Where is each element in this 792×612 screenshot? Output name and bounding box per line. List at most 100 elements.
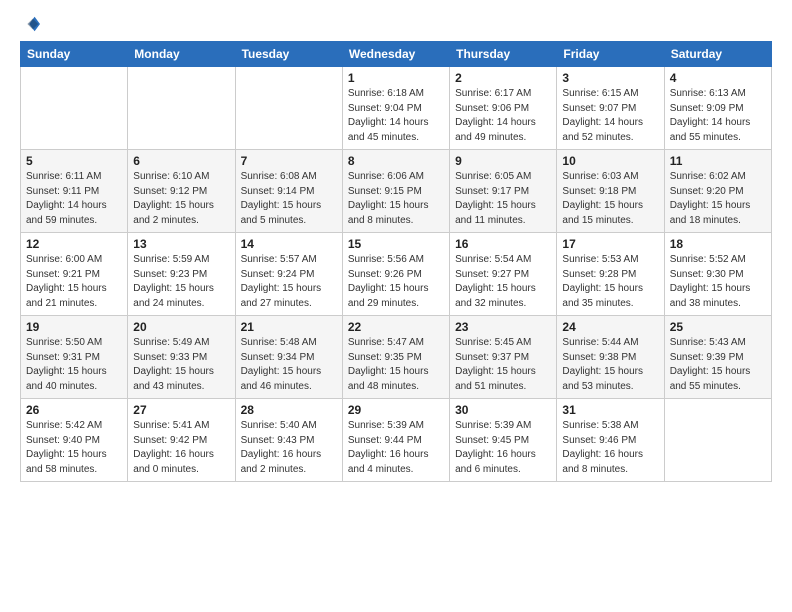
day-number: 3 — [562, 71, 658, 85]
day-number: 15 — [348, 237, 444, 251]
day-info: Sunrise: 6:05 AMSunset: 9:17 PMDaylight:… — [455, 170, 551, 228]
calendar-header: SundayMondayTuesdayWednesdayThursdayFrid… — [21, 42, 772, 67]
day-info: Sunrise: 5:40 AMSunset: 9:43 PMDaylight:… — [241, 419, 337, 477]
day-info: Sunrise: 6:13 AMSunset: 9:09 PMDaylight:… — [670, 87, 766, 145]
calendar-cell: 6 Sunrise: 6:10 AMSunset: 9:12 PMDaylight… — [128, 150, 235, 233]
calendar-cell: 29 Sunrise: 5:39 AMSunset: 9:44 PMDayligh… — [342, 399, 449, 482]
day-info: Sunrise: 5:39 AMSunset: 9:44 PMDaylight:… — [348, 419, 444, 477]
day-number: 10 — [562, 154, 658, 168]
calendar-cell: 20 Sunrise: 5:49 AMSunset: 9:33 PMDayligh… — [128, 316, 235, 399]
calendar-week-row: 19Sunrise: 5:50 AMSunset: 9:31 PMDayligh… — [21, 316, 772, 399]
logo — [20, 15, 40, 33]
calendar-week-row: 12 Sunrise: 6:00 AMSunset: 9:21 PMDayligh… — [21, 233, 772, 316]
day-number: 16 — [455, 237, 551, 251]
day-info: Sunrise: 5:45 AMSunset: 9:37 PMDaylight:… — [455, 336, 551, 394]
day-info: Sunrise: 6:17 AMSunset: 9:06 PMDaylight:… — [455, 87, 551, 145]
day-number: 13 — [133, 237, 229, 251]
calendar-cell — [235, 67, 342, 150]
calendar-cell: 10 Sunrise: 6:03 AMSunset: 9:18 PMDayligh… — [557, 150, 664, 233]
calendar: SundayMondayTuesdayWednesdayThursdayFrid… — [20, 41, 772, 482]
day-number: 7 — [241, 154, 337, 168]
day-info: Sunrise: 5:59 AMSunset: 9:23 PMDaylight:… — [133, 253, 229, 311]
weekday-header: Saturday — [664, 42, 771, 67]
day-number: 12 — [26, 237, 122, 251]
day-number: 30 — [455, 403, 551, 417]
day-number: 6 — [133, 154, 229, 168]
day-info: Sunrise: 5:54 AMSunset: 9:27 PMDaylight:… — [455, 253, 551, 311]
weekday-header: Friday — [557, 42, 664, 67]
day-number: 5 — [26, 154, 122, 168]
calendar-cell: 4Sunrise: 6:13 AMSunset: 9:09 PMDaylight… — [664, 67, 771, 150]
calendar-cell: 17Sunrise: 5:53 AMSunset: 9:28 PMDayligh… — [557, 233, 664, 316]
calendar-cell — [664, 399, 771, 482]
calendar-cell: 27 Sunrise: 5:41 AMSunset: 9:42 PMDayligh… — [128, 399, 235, 482]
calendar-cell: 18 Sunrise: 5:52 AMSunset: 9:30 PMDayligh… — [664, 233, 771, 316]
day-number: 14 — [241, 237, 337, 251]
day-info: Sunrise: 5:41 AMSunset: 9:42 PMDaylight:… — [133, 419, 229, 477]
day-info: Sunrise: 5:48 AMSunset: 9:34 PMDaylight:… — [241, 336, 337, 394]
day-number: 27 — [133, 403, 229, 417]
calendar-cell: 21 Sunrise: 5:48 AMSunset: 9:34 PMDayligh… — [235, 316, 342, 399]
calendar-cell: 23Sunrise: 5:45 AMSunset: 9:37 PMDayligh… — [450, 316, 557, 399]
day-number: 21 — [241, 320, 337, 334]
weekday-header: Tuesday — [235, 42, 342, 67]
day-info: Sunrise: 5:43 AMSunset: 9:39 PMDaylight:… — [670, 336, 766, 394]
weekday-header: Thursday — [450, 42, 557, 67]
calendar-cell: 15 Sunrise: 5:56 AMSunset: 9:26 PMDayligh… — [342, 233, 449, 316]
day-info: Sunrise: 5:39 AMSunset: 9:45 PMDaylight:… — [455, 419, 551, 477]
day-number: 11 — [670, 154, 766, 168]
weekday-row: SundayMondayTuesdayWednesdayThursdayFrid… — [21, 42, 772, 67]
calendar-cell: 11 Sunrise: 6:02 AMSunset: 9:20 PMDayligh… — [664, 150, 771, 233]
day-number: 19 — [26, 320, 122, 334]
day-info: Sunrise: 6:18 AMSunset: 9:04 PMDaylight:… — [348, 87, 444, 145]
day-number: 20 — [133, 320, 229, 334]
calendar-cell: 26 Sunrise: 5:42 AMSunset: 9:40 PMDayligh… — [21, 399, 128, 482]
day-info: Sunrise: 5:56 AMSunset: 9:26 PMDaylight:… — [348, 253, 444, 311]
day-info: Sunrise: 6:15 AMSunset: 9:07 PMDaylight:… — [562, 87, 658, 145]
calendar-cell: 7 Sunrise: 6:08 AMSunset: 9:14 PMDaylight… — [235, 150, 342, 233]
calendar-cell: 12 Sunrise: 6:00 AMSunset: 9:21 PMDayligh… — [21, 233, 128, 316]
day-info: Sunrise: 5:38 AMSunset: 9:46 PMDaylight:… — [562, 419, 658, 477]
calendar-cell: 19Sunrise: 5:50 AMSunset: 9:31 PMDayligh… — [21, 316, 128, 399]
day-info: Sunrise: 5:57 AMSunset: 9:24 PMDaylight:… — [241, 253, 337, 311]
day-number: 9 — [455, 154, 551, 168]
day-info: Sunrise: 6:06 AMSunset: 9:15 PMDaylight:… — [348, 170, 444, 228]
calendar-week-row: 1Sunrise: 6:18 AMSunset: 9:04 PMDaylight… — [21, 67, 772, 150]
calendar-cell: 30 Sunrise: 5:39 AMSunset: 9:45 PMDayligh… — [450, 399, 557, 482]
calendar-cell — [21, 67, 128, 150]
calendar-cell: 24 Sunrise: 5:44 AMSunset: 9:38 PMDayligh… — [557, 316, 664, 399]
day-number: 18 — [670, 237, 766, 251]
weekday-header: Wednesday — [342, 42, 449, 67]
calendar-cell: 28 Sunrise: 5:40 AMSunset: 9:43 PMDayligh… — [235, 399, 342, 482]
day-info: Sunrise: 5:49 AMSunset: 9:33 PMDaylight:… — [133, 336, 229, 394]
day-info: Sunrise: 6:10 AMSunset: 9:12 PMDaylight:… — [133, 170, 229, 228]
day-number: 29 — [348, 403, 444, 417]
day-info: Sunrise: 5:42 AMSunset: 9:40 PMDaylight:… — [26, 419, 122, 477]
page: SundayMondayTuesdayWednesdayThursdayFrid… — [0, 0, 792, 612]
day-info: Sunrise: 6:00 AMSunset: 9:21 PMDaylight:… — [26, 253, 122, 311]
day-info: Sunrise: 5:47 AMSunset: 9:35 PMDaylight:… — [348, 336, 444, 394]
calendar-week-row: 5Sunrise: 6:11 AMSunset: 9:11 PMDaylight… — [21, 150, 772, 233]
day-number: 2 — [455, 71, 551, 85]
day-number: 25 — [670, 320, 766, 334]
logo-icon — [22, 15, 40, 33]
calendar-cell: 9 Sunrise: 6:05 AMSunset: 9:17 PMDaylight… — [450, 150, 557, 233]
weekday-header: Sunday — [21, 42, 128, 67]
calendar-body: 1Sunrise: 6:18 AMSunset: 9:04 PMDaylight… — [21, 67, 772, 482]
day-info: Sunrise: 6:08 AMSunset: 9:14 PMDaylight:… — [241, 170, 337, 228]
calendar-cell: 5Sunrise: 6:11 AMSunset: 9:11 PMDaylight… — [21, 150, 128, 233]
day-number: 31 — [562, 403, 658, 417]
day-number: 28 — [241, 403, 337, 417]
day-number: 24 — [562, 320, 658, 334]
day-info: Sunrise: 5:44 AMSunset: 9:38 PMDaylight:… — [562, 336, 658, 394]
calendar-cell: 25 Sunrise: 5:43 AMSunset: 9:39 PMDayligh… — [664, 316, 771, 399]
day-info: Sunrise: 5:53 AMSunset: 9:28 PMDaylight:… — [562, 253, 658, 311]
day-info: Sunrise: 5:52 AMSunset: 9:30 PMDaylight:… — [670, 253, 766, 311]
calendar-cell: 1Sunrise: 6:18 AMSunset: 9:04 PMDaylight… — [342, 67, 449, 150]
day-info: Sunrise: 6:03 AMSunset: 9:18 PMDaylight:… — [562, 170, 658, 228]
calendar-cell: 3 Sunrise: 6:15 AMSunset: 9:07 PMDaylight… — [557, 67, 664, 150]
header — [20, 15, 772, 33]
day-info: Sunrise: 6:02 AMSunset: 9:20 PMDaylight:… — [670, 170, 766, 228]
day-number: 22 — [348, 320, 444, 334]
day-number: 26 — [26, 403, 122, 417]
